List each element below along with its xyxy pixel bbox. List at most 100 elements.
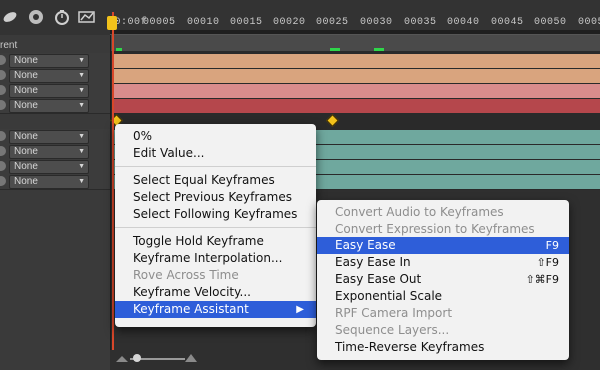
shortcut-label: ⇧⌘F9 bbox=[525, 273, 559, 286]
menu-item-label: Convert Audio to Keyframes bbox=[335, 205, 504, 219]
layer-row[interactable]: None ▼ bbox=[0, 129, 110, 145]
chevron-down-icon: ▼ bbox=[78, 57, 85, 64]
parent-select[interactable]: None ▼ bbox=[9, 84, 89, 98]
parent-column-header: rent bbox=[0, 40, 18, 51]
visibility-icon[interactable] bbox=[0, 131, 6, 141]
menu-item-label: Keyframe Assistant bbox=[133, 302, 249, 316]
layer-duration-bar[interactable] bbox=[114, 69, 600, 83]
menu-separator bbox=[115, 227, 316, 228]
menu-item-label: Time-Reverse Keyframes bbox=[335, 340, 485, 354]
motion-blur-icon[interactable] bbox=[2, 9, 18, 25]
visibility-icon[interactable] bbox=[0, 161, 6, 171]
chevron-down-icon: ▼ bbox=[78, 133, 85, 140]
parent-select[interactable]: None ▼ bbox=[9, 130, 89, 144]
draft-3d-icon[interactable] bbox=[28, 9, 44, 25]
graph-editor-icon[interactable] bbox=[78, 9, 95, 25]
visibility-icon[interactable] bbox=[0, 100, 6, 110]
parent-select-value: None bbox=[14, 70, 38, 81]
submenu-arrow-icon: ▶ bbox=[296, 304, 304, 315]
visibility-icon[interactable] bbox=[0, 55, 6, 65]
zoom-out-icon[interactable] bbox=[116, 356, 128, 362]
parent-select[interactable]: None ▼ bbox=[9, 99, 89, 113]
menu-item-value[interactable]: 0% bbox=[115, 128, 316, 145]
submenu-item-easy-ease-out[interactable]: Easy Ease Out ⇧⌘F9 bbox=[317, 271, 569, 288]
layer-row[interactable]: None ▼ bbox=[0, 53, 110, 69]
menu-item-select-following-keyframes[interactable]: Select Following Keyframes bbox=[115, 206, 316, 223]
layer-duration-bar[interactable] bbox=[114, 54, 600, 68]
layer-duration-bar[interactable] bbox=[114, 84, 600, 98]
chevron-down-icon: ▼ bbox=[78, 148, 85, 155]
ruler-label: 00015 bbox=[230, 17, 263, 28]
visibility-icon[interactable] bbox=[0, 70, 6, 80]
keyframe[interactable] bbox=[326, 114, 339, 127]
chevron-down-icon: ▼ bbox=[78, 102, 85, 109]
chevron-down-icon: ▼ bbox=[78, 163, 85, 170]
shortcut-label: F9 bbox=[545, 239, 559, 252]
current-time-indicator-handle[interactable] bbox=[107, 16, 117, 30]
ruler-label: 00010 bbox=[187, 17, 220, 28]
menu-item-toggle-hold-keyframe[interactable]: Toggle Hold Keyframe bbox=[115, 233, 316, 250]
parent-select-value: None bbox=[14, 146, 38, 157]
parent-select[interactable]: None ▼ bbox=[9, 145, 89, 159]
zoom-slider-thumb[interactable] bbox=[133, 354, 141, 362]
ruler-label: 00020 bbox=[273, 17, 306, 28]
ruler-label: 00050 bbox=[534, 17, 567, 28]
current-time-indicator[interactable] bbox=[112, 12, 114, 370]
parent-select[interactable]: None ▼ bbox=[9, 175, 89, 189]
menu-separator bbox=[115, 166, 316, 167]
parent-select[interactable]: None ▼ bbox=[9, 69, 89, 83]
menu-item-select-previous-keyframes[interactable]: Select Previous Keyframes bbox=[115, 189, 316, 206]
parent-select[interactable]: None ▼ bbox=[9, 54, 89, 68]
cache-marker bbox=[374, 48, 384, 51]
layer-row[interactable]: None ▼ bbox=[0, 144, 110, 160]
ruler-label: 0005 bbox=[578, 17, 600, 28]
chevron-down-icon: ▼ bbox=[78, 178, 85, 185]
ruler-label: 00045 bbox=[491, 17, 524, 28]
keyframe-assistant-submenu: Convert Audio to Keyframes Convert Expre… bbox=[317, 200, 569, 360]
menu-item-label: Exponential Scale bbox=[335, 289, 443, 303]
menu-item-label: Easy Ease Out bbox=[335, 272, 422, 286]
menu-item-keyframe-velocity[interactable]: Keyframe Velocity... bbox=[115, 284, 316, 301]
submenu-item-exponential-scale[interactable]: Exponential Scale bbox=[317, 288, 569, 305]
layer-row[interactable]: None ▼ bbox=[0, 98, 110, 114]
layer-duration-bar[interactable] bbox=[114, 99, 600, 113]
menu-item-keyframe-assistant[interactable]: Keyframe Assistant ▶ bbox=[115, 301, 316, 318]
chevron-down-icon: ▼ bbox=[78, 72, 85, 79]
visibility-icon[interactable] bbox=[0, 146, 6, 156]
submenu-item-rpf-camera-import: RPF Camera Import bbox=[317, 305, 569, 322]
parent-select-value: None bbox=[14, 176, 38, 187]
menu-item-label: Convert Expression to Keyframes bbox=[335, 222, 535, 236]
menu-item-label: Sequence Layers... bbox=[335, 323, 450, 337]
ruler-label: 00040 bbox=[447, 17, 480, 28]
parent-select-value: None bbox=[14, 161, 38, 172]
keyframe-context-menu: 0% Edit Value... Select Equal Keyframes … bbox=[115, 124, 316, 327]
parent-select-value: None bbox=[14, 100, 38, 111]
stopwatch-icon[interactable] bbox=[54, 9, 70, 25]
visibility-icon[interactable] bbox=[0, 85, 6, 95]
submenu-item-easy-ease[interactable]: Easy Ease F9 bbox=[317, 237, 569, 254]
ruler-label: 00035 bbox=[404, 17, 437, 28]
ruler-label: 00025 bbox=[316, 17, 349, 28]
submenu-item-convert-expression: Convert Expression to Keyframes bbox=[317, 221, 569, 238]
visibility-icon[interactable] bbox=[0, 176, 6, 186]
submenu-item-convert-audio: Convert Audio to Keyframes bbox=[317, 204, 569, 221]
layer-row[interactable]: None ▼ bbox=[0, 83, 110, 99]
menu-item-edit-value[interactable]: Edit Value... bbox=[115, 145, 316, 162]
ruler-label: 00005 bbox=[143, 17, 176, 28]
submenu-item-time-reverse-keyframes[interactable]: Time-Reverse Keyframes bbox=[317, 339, 569, 356]
parent-select[interactable]: None ▼ bbox=[9, 160, 89, 174]
work-area-bar[interactable] bbox=[110, 35, 600, 51]
layer-row[interactable]: None ▼ bbox=[0, 174, 110, 190]
menu-item-select-equal-keyframes[interactable]: Select Equal Keyframes bbox=[115, 172, 316, 189]
shortcut-label: ⇧F9 bbox=[536, 256, 559, 269]
menu-item-label: Easy Ease bbox=[335, 238, 396, 252]
cache-marker bbox=[330, 48, 340, 51]
menu-item-rove-across-time: Rove Across Time bbox=[133, 268, 239, 282]
zoom-in-icon[interactable] bbox=[185, 354, 197, 362]
menu-item-keyframe-interpolation[interactable]: Keyframe Interpolation... bbox=[115, 250, 316, 267]
layer-row[interactable]: None ▼ bbox=[0, 159, 110, 175]
submenu-item-sequence-layers: Sequence Layers... bbox=[317, 322, 569, 339]
menu-item-label: Easy Ease In bbox=[335, 255, 411, 269]
layer-row[interactable]: None ▼ bbox=[0, 68, 110, 84]
submenu-item-easy-ease-in[interactable]: Easy Ease In ⇧F9 bbox=[317, 254, 569, 271]
